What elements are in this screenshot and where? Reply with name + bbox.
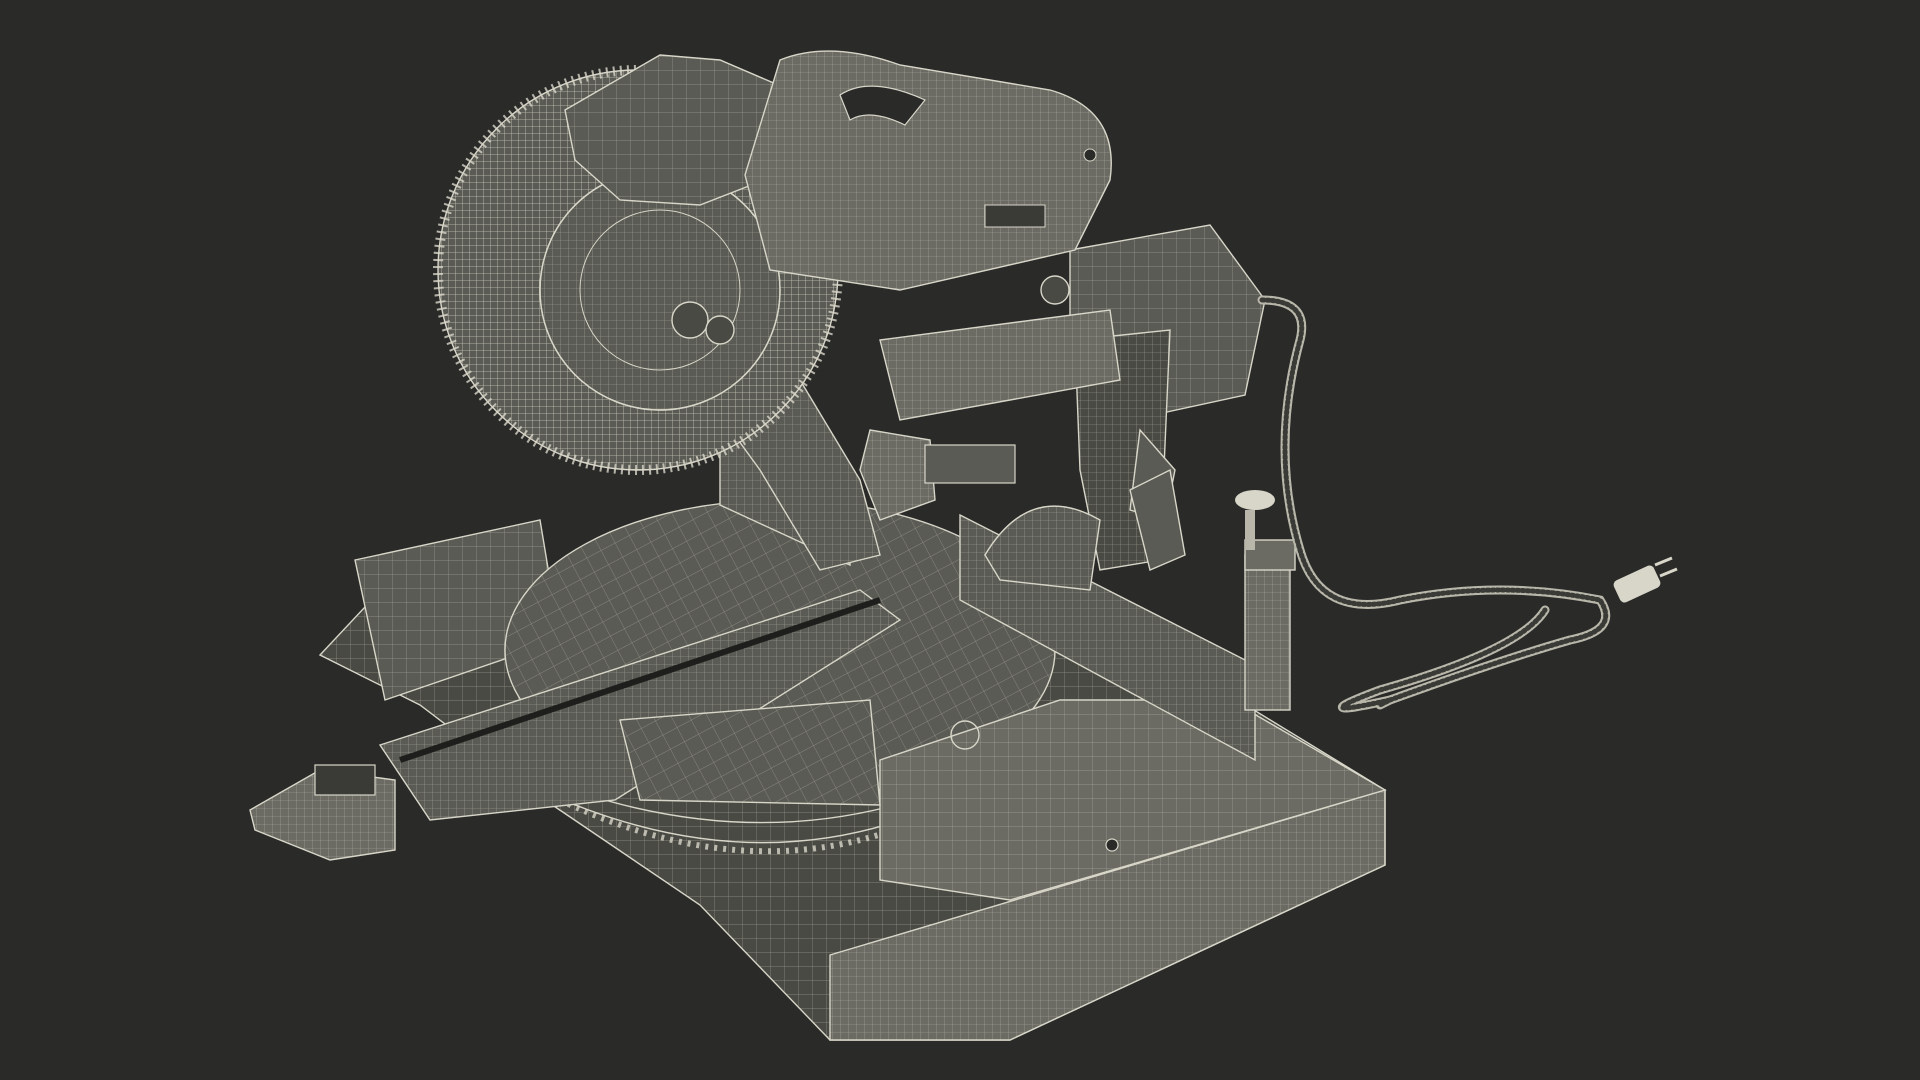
render-viewport xyxy=(0,0,1920,1080)
miter-saw-render xyxy=(0,0,1920,1080)
